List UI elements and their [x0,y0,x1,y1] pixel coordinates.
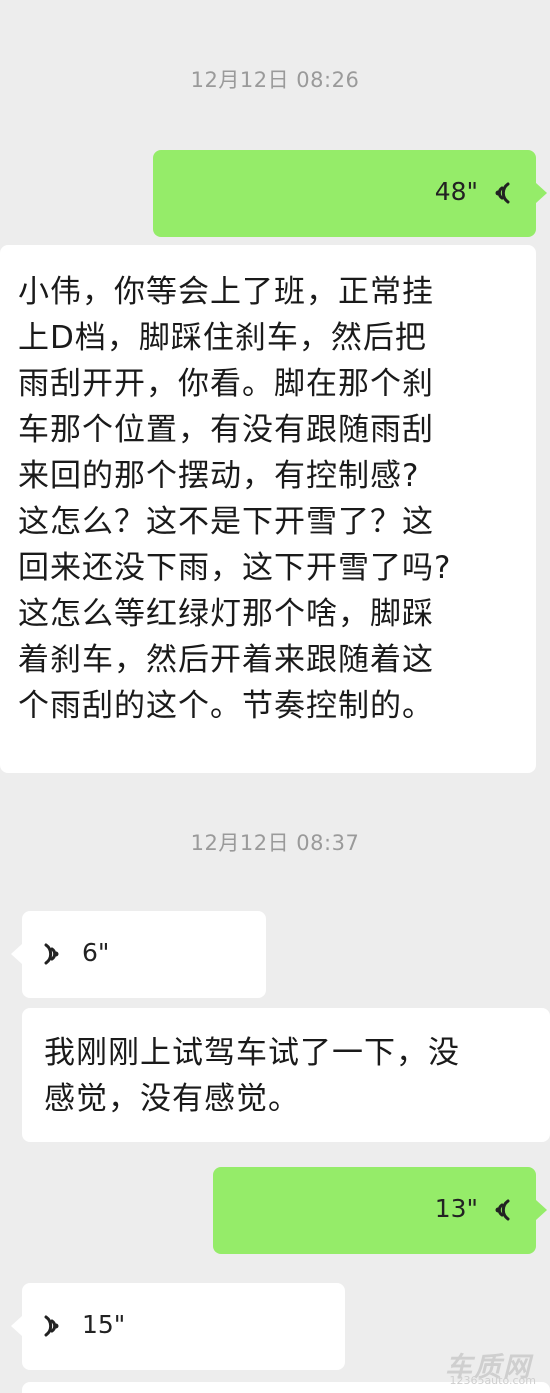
voice-duration: 48" [434,177,478,206]
bubble-tail [536,183,547,203]
voice-wave-icon [44,943,59,965]
message-text: 小伟，你等会上了班，正常挂 上D档，脚踩住刹车，然后把 雨刮开开，你看。脚在那个… [18,274,452,724]
bubble-tail [536,1200,547,1220]
bubble-tail [11,944,22,964]
sent-voice-message[interactable]: 48" [153,150,536,237]
voice-duration: 6" [82,938,110,967]
sent-voice-message[interactable]: 13" [213,1167,536,1254]
received-voice-message[interactable]: 15" [22,1283,345,1370]
voice-wave-icon [44,1315,59,1337]
voice-wave-icon [495,1199,510,1221]
watermark-logo: 车质网 12365auto.com [412,1345,542,1387]
message-text: 我刚刚上试驾车试了一下，没 感觉，没有感觉。 [44,1035,460,1117]
timestamp: 12月12日 08:26 [190,68,360,92]
voice-duration: 13" [434,1194,478,1223]
bubble-tail [11,1316,22,1336]
voice-wave-icon [495,182,510,204]
received-text-message[interactable]: 我刚刚上试驾车试了一下，没 感觉，没有感觉。 [22,1008,550,1142]
timestamp: 12月12日 08:37 [190,831,360,855]
chat-screen: { "timestamps": ["12月12日 08:26", "12月12日… [0,0,550,1393]
received-text-message[interactable]: 小伟，你等会上了班，正常挂 上D档，脚踩住刹车，然后把 雨刮开开，你看。脚在那个… [0,245,536,773]
watermark-url: 12365auto.com [449,1374,536,1387]
received-voice-message[interactable]: 6" [22,911,266,998]
voice-duration: 15" [82,1310,126,1339]
